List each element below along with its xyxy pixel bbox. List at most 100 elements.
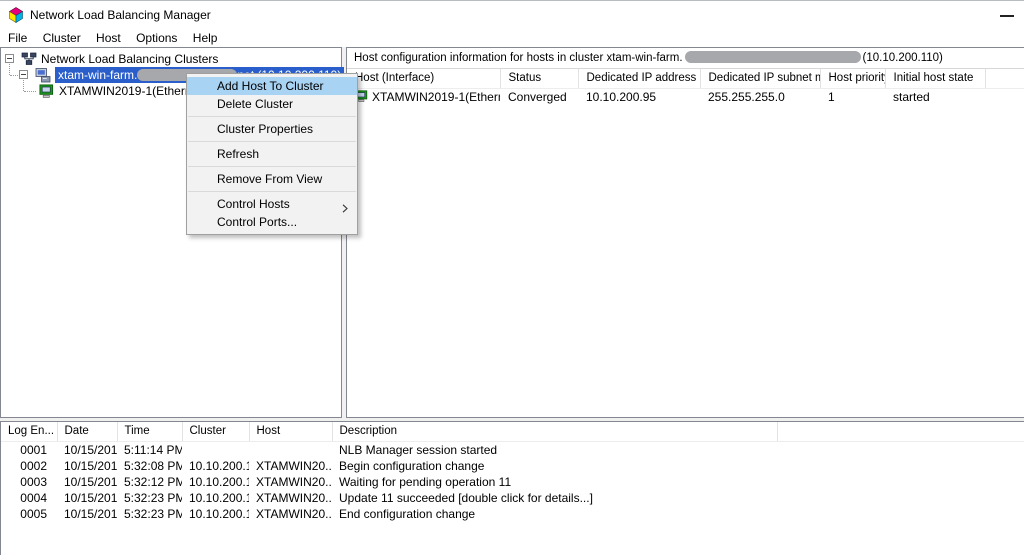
cell-filler (777, 506, 1024, 522)
cell-date: 10/15/2019 (57, 474, 117, 490)
column-header-cluster[interactable]: Cluster (182, 422, 249, 441)
log-row[interactable]: 0004 10/15/2019 5:32:23 PM 10.10.200.1..… (1, 490, 1024, 506)
host-table-row[interactable]: XTAMWIN2019-1(Ethernet) Converged 10.10.… (347, 88, 1024, 105)
menu-separator (188, 166, 356, 167)
tree-expander[interactable] (19, 70, 28, 79)
cell-filler (777, 490, 1024, 506)
cell-subnet-mask: 255.255.255.0 (700, 88, 820, 105)
cell-status: Converged (500, 88, 578, 105)
cell-host-interface: XTAMWIN2019-1(Ethernet) (347, 88, 500, 105)
column-header-filler (777, 422, 1024, 441)
cell-log-entry: 0001 (1, 441, 57, 458)
cell-filler (777, 474, 1024, 490)
cell-description: NLB Manager session started (332, 441, 777, 458)
log-table-header-row: Log En... Date Time Cluster Host Descrip… (1, 422, 1024, 441)
hosts-table: Host (Interface) Status Dedicated IP add… (347, 69, 1024, 105)
cell-time: 5:11:14 PM (117, 441, 182, 458)
event-log-panel: Log En... Date Time Cluster Host Descrip… (0, 421, 1024, 555)
host-config-header-suffix: (10.10.200.110) (863, 52, 943, 64)
cell-time: 5:32:08 PM (117, 458, 182, 474)
menu-separator (188, 191, 356, 192)
menu-item-control-ports[interactable]: Control Ports... (187, 213, 357, 231)
log-table: Log En... Date Time Cluster Host Descrip… (1, 422, 1024, 522)
title-bar[interactable]: Network Load Balancing Manager (0, 1, 1024, 29)
cell-cluster: 10.10.200.1... (182, 490, 249, 506)
cell-cluster: 10.10.200.1... (182, 474, 249, 490)
cell-host: XTAMWIN20... (249, 474, 332, 490)
cell-time: 5:32:23 PM (117, 490, 182, 506)
cell-host: XTAMWIN20... (249, 490, 332, 506)
host-name: XTAMWIN2019-1(Ethernet) (372, 90, 500, 104)
menu-separator (188, 141, 356, 142)
column-header-status[interactable]: Status (500, 69, 578, 88)
menu-item-remove-from-view[interactable]: Remove From View (187, 170, 357, 188)
minimize-button[interactable] (994, 1, 1020, 29)
cell-host-priority: 1 (820, 88, 885, 105)
menu-cluster[interactable]: Cluster (37, 29, 87, 47)
log-row[interactable]: 0005 10/15/2019 5:32:23 PM 10.10.200.1..… (1, 506, 1024, 522)
cell-date: 10/15/2019 (57, 506, 117, 522)
column-header-host[interactable]: Host (249, 422, 332, 441)
redaction-blob (685, 51, 861, 63)
cell-filler (985, 88, 1024, 105)
menu-item-add-host-to-cluster[interactable]: Add Host To Cluster (187, 77, 357, 95)
cell-filler (777, 458, 1024, 474)
log-row[interactable]: 0003 10/15/2019 5:32:12 PM 10.10.200.1..… (1, 474, 1024, 490)
cluster-computer-icon (35, 67, 51, 83)
menu-host[interactable]: Host (90, 29, 127, 47)
menu-item-control-hosts[interactable]: Control Hosts (187, 195, 357, 213)
column-header-date[interactable]: Date (57, 422, 117, 441)
column-header-host-priority[interactable]: Host priority (820, 69, 885, 88)
menu-item-cluster-properties[interactable]: Cluster Properties (187, 120, 357, 138)
host-configuration-panel: Host configuration information for hosts… (346, 47, 1024, 418)
log-row[interactable]: 0001 10/15/2019 5:11:14 PM NLB Manager s… (1, 441, 1024, 458)
cluster-name-prefix: xtam-win-farm. (58, 68, 137, 82)
host-config-header-prefix: Host configuration information for hosts… (354, 52, 683, 64)
cell-log-entry: 0005 (1, 506, 57, 522)
app-icon (8, 7, 24, 23)
cell-filler (777, 441, 1024, 458)
cell-time: 5:32:23 PM (117, 506, 182, 522)
menu-item-label: Control Hosts (217, 197, 290, 211)
cell-date: 10/15/2019 (57, 490, 117, 506)
cell-log-entry: 0004 (1, 490, 57, 506)
minimize-icon (1000, 15, 1014, 17)
cell-description: Begin configuration change (332, 458, 777, 474)
column-header-filler (985, 69, 1024, 88)
cell-description: End configuration change (332, 506, 777, 522)
column-header-host-interface[interactable]: Host (Interface) (347, 69, 500, 88)
host-computer-icon (39, 84, 55, 100)
menu-item-delete-cluster[interactable]: Delete Cluster (187, 95, 357, 113)
cell-dedicated-ip: 10.10.200.95 (578, 88, 700, 105)
cell-description: Update 11 succeeded [double click for de… (332, 490, 777, 506)
cell-log-entry: 0002 (1, 458, 57, 474)
cell-time: 5:32:12 PM (117, 474, 182, 490)
column-header-initial-host-state[interactable]: Initial host state (885, 69, 985, 88)
menu-bar: File Cluster Host Options Help (0, 29, 1024, 47)
cell-cluster: 10.10.200.1... (182, 506, 249, 522)
menu-help[interactable]: Help (187, 29, 224, 47)
log-row[interactable]: 0002 10/15/2019 5:32:08 PM 10.10.200.1..… (1, 458, 1024, 474)
tree-root-label: Network Load Balancing Clusters (41, 51, 218, 67)
context-menu: Add Host To Cluster Delete Cluster Clust… (186, 73, 358, 235)
column-header-time[interactable]: Time (117, 422, 182, 441)
cell-date: 10/15/2019 (57, 441, 117, 458)
cell-log-entry: 0003 (1, 474, 57, 490)
cell-host: XTAMWIN20... (249, 458, 332, 474)
hosts-table-header-row: Host (Interface) Status Dedicated IP add… (347, 69, 1024, 88)
window-title: Network Load Balancing Manager (30, 8, 211, 22)
tree-expander[interactable] (5, 54, 14, 63)
cell-host: XTAMWIN20... (249, 506, 332, 522)
column-header-log-entry[interactable]: Log En... (1, 422, 57, 441)
menu-item-refresh[interactable]: Refresh (187, 145, 357, 163)
column-header-dedicated-ip[interactable]: Dedicated IP address (578, 69, 700, 88)
cell-cluster (182, 441, 249, 458)
cell-initial-host-state: started (885, 88, 985, 105)
column-header-subnet-mask[interactable]: Dedicated IP subnet mask (700, 69, 820, 88)
host-config-header: Host configuration information for hosts… (347, 48, 1024, 69)
tree-host-label: XTAMWIN2019-1(Ethernet) (59, 83, 206, 99)
column-header-description[interactable]: Description (332, 422, 777, 441)
menu-file[interactable]: File (2, 29, 33, 47)
tree-node-root[interactable]: Network Load Balancing Clusters (1, 51, 341, 67)
menu-options[interactable]: Options (130, 29, 183, 47)
